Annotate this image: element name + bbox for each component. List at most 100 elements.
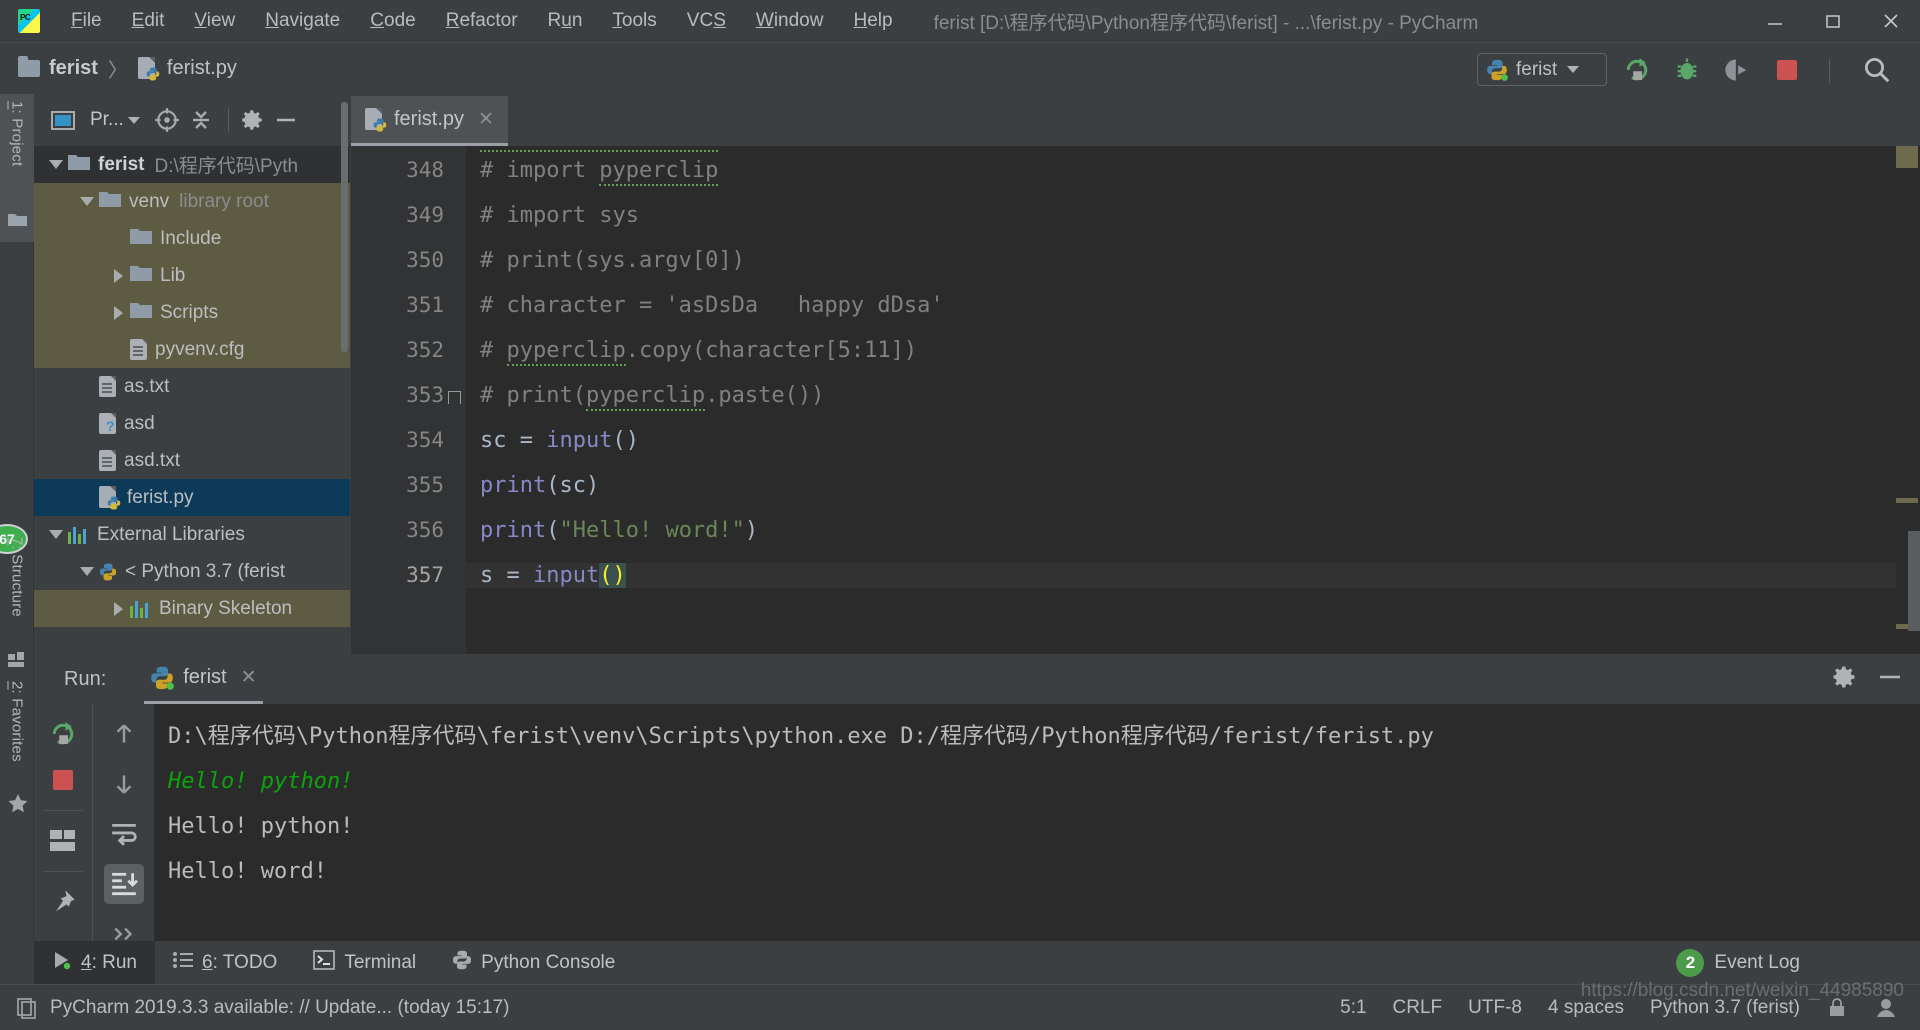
line-separator[interactable]: CRLF xyxy=(1393,997,1443,1019)
tree-node-asd-txt[interactable]: asd.txt xyxy=(34,442,350,479)
notification-icon[interactable] xyxy=(16,997,38,1019)
code-line[interactable]: # import pyperclip xyxy=(480,158,718,183)
tree-expander-right[interactable] xyxy=(106,602,130,616)
settings-gear-icon[interactable] xyxy=(1830,663,1858,696)
code-line[interactable]: sc = input() xyxy=(480,428,639,453)
menu-navigate[interactable]: Navigate xyxy=(250,0,355,42)
error-stripe-marker[interactable] xyxy=(1896,146,1918,168)
locate-icon[interactable] xyxy=(152,105,182,135)
editor-scrollbar[interactable] xyxy=(1908,531,1920,631)
run-tab-ferist[interactable]: ferist ✕ xyxy=(144,654,262,704)
project-panel-title[interactable]: Pr... xyxy=(90,109,124,131)
settings-gear-icon[interactable] xyxy=(237,105,267,135)
python-interpreter[interactable]: Python 3.7 (ferist) xyxy=(1650,997,1800,1019)
status-message[interactable]: PyCharm 2019.3.3 available: // Update...… xyxy=(50,997,509,1019)
menu-view[interactable]: View xyxy=(179,0,250,42)
debug-icon[interactable] xyxy=(1672,55,1702,85)
code-line[interactable]: # pyperclip.copy(character[5:11]) xyxy=(480,338,917,363)
sidebar-tab-favorites[interactable]: 2: Favorites xyxy=(0,674,34,802)
restore-layout-icon[interactable] xyxy=(43,821,83,861)
breadcrumb[interactable]: ferist 〉 ferist.py xyxy=(18,54,237,83)
rerun-icon[interactable] xyxy=(43,714,83,754)
menu-vcs[interactable]: VCS xyxy=(672,0,741,42)
run-configuration-selector[interactable]: ferist xyxy=(1477,53,1607,86)
menu-file[interactable]: File xyxy=(56,0,117,42)
chevron-down-icon[interactable] xyxy=(1567,66,1579,73)
tree-node-asd[interactable]: ?asd xyxy=(34,405,350,442)
close-icon[interactable]: ✕ xyxy=(478,108,494,131)
search-everywhere-icon[interactable] xyxy=(1862,55,1892,85)
editor-gutter[interactable]: 348349350351352353354355356357 xyxy=(351,146,466,654)
menu-refactor[interactable]: Refactor xyxy=(431,0,533,42)
tree-expander-down[interactable] xyxy=(44,160,68,169)
hide-icon[interactable] xyxy=(1876,663,1904,696)
bottom-tool-buttons[interactable]: 4: Run6: TODOTerminalPython Console xyxy=(34,941,633,984)
sidebar-tab-structure[interactable]: 7: Structure xyxy=(0,530,34,656)
code-line[interactable]: print("Hello! word!") xyxy=(480,518,758,543)
tree-node-as-txt[interactable]: as.txt xyxy=(34,368,350,405)
editor-code-area[interactable]: # import pyperclip # import sys # print(sy… xyxy=(466,146,1896,654)
collapse-all-icon[interactable] xyxy=(186,105,216,135)
rerun-icon[interactable] xyxy=(1622,55,1652,85)
tree-node--python-3-7-ferist[interactable]: < Python 3.7 (ferist xyxy=(34,553,350,590)
editor-tab-ferist-py[interactable]: ferist.py ✕ xyxy=(351,96,508,146)
tree-node-pyvenv-cfg[interactable]: pyvenv.cfg xyxy=(34,331,350,368)
tool-window-python-console[interactable]: Python Console xyxy=(434,941,633,984)
project-tree-scrollbar[interactable] xyxy=(341,102,348,352)
tree-expander-right[interactable] xyxy=(106,306,130,320)
hector-inspection-icon[interactable] xyxy=(1874,996,1898,1020)
tool-window-todo[interactable]: 6: TODO xyxy=(155,941,295,984)
menu-window[interactable]: Window xyxy=(741,0,839,42)
tree-expander-right[interactable] xyxy=(106,269,130,283)
code-fold-icon[interactable] xyxy=(448,391,461,404)
tree-expander-down[interactable] xyxy=(75,197,99,206)
breadcrumb-file[interactable]: ferist.py xyxy=(167,57,237,80)
tree-expander-down[interactable] xyxy=(44,530,68,539)
tool-window-terminal[interactable]: Terminal xyxy=(295,941,434,984)
console-output[interactable]: D:\程序代码\Python程序代码\ferist\venv\Scripts\p… xyxy=(154,704,1920,955)
caret-position[interactable]: 5:1 xyxy=(1340,997,1366,1019)
close-button[interactable] xyxy=(1862,0,1920,42)
event-log-button[interactable]: 2 Event Log xyxy=(1676,949,1800,977)
stop-icon[interactable] xyxy=(43,760,83,800)
code-line[interactable]: # import sys xyxy=(480,203,639,228)
prev-occurrence-icon[interactable] xyxy=(104,714,144,754)
menu-bar[interactable]: FileEditViewNavigateCodeRefactorRunTools… xyxy=(56,0,908,42)
menu-run[interactable]: Run xyxy=(533,0,598,42)
menu-code[interactable]: Code xyxy=(355,0,430,42)
lock-icon[interactable] xyxy=(1826,997,1848,1019)
maximize-button[interactable] xyxy=(1804,0,1862,42)
tree-node-lib[interactable]: Lib xyxy=(34,257,350,294)
scroll-to-end-icon[interactable] xyxy=(104,864,144,904)
editor-marker-rail[interactable] xyxy=(1896,146,1920,654)
tree-node-venv[interactable]: venvlibrary root xyxy=(34,183,350,220)
tree-node-binary-skeleton[interactable]: Binary Skeleton xyxy=(34,590,350,627)
soft-wrap-icon[interactable] xyxy=(104,814,144,854)
code-line[interactable]: # character = 'asDsDa happy dDsa' xyxy=(480,293,944,318)
pin-tab-icon[interactable] xyxy=(43,882,83,922)
code-line[interactable]: s = input() xyxy=(466,563,1896,588)
coverage-icon[interactable] xyxy=(1722,55,1752,85)
menu-edit[interactable]: Edit xyxy=(117,0,180,42)
tree-node-ferist-py[interactable]: ferist.py xyxy=(34,479,350,516)
breadcrumb-project[interactable]: ferist xyxy=(49,57,98,80)
chevron-down-icon[interactable] xyxy=(128,117,140,124)
close-icon[interactable]: ✕ xyxy=(241,666,257,689)
tree-node-scripts[interactable]: Scripts xyxy=(34,294,350,331)
hide-icon[interactable] xyxy=(271,105,301,135)
code-line[interactable]: # print(sys.argv[0]) xyxy=(480,248,745,273)
tree-expander-down[interactable] xyxy=(75,567,99,576)
menu-help[interactable]: Help xyxy=(838,0,907,42)
stop-icon[interactable] xyxy=(1772,55,1802,85)
project-tree[interactable]: feristD:\程序代码\Pythvenvlibrary rootInclud… xyxy=(34,146,350,654)
next-occurrence-icon[interactable] xyxy=(104,764,144,804)
code-line[interactable]: # print(pyperclip.paste()) xyxy=(480,383,824,408)
error-stripe-marker[interactable] xyxy=(1896,498,1918,503)
tree-node-ferist[interactable]: feristD:\程序代码\Pyth xyxy=(34,146,350,183)
tree-node-include[interactable]: Include xyxy=(34,220,350,257)
indent-setting[interactable]: 4 spaces xyxy=(1548,997,1624,1019)
file-encoding[interactable]: UTF-8 xyxy=(1468,997,1522,1019)
menu-tools[interactable]: Tools xyxy=(597,0,671,42)
code-line[interactable]: print(sc) xyxy=(480,473,599,498)
tree-node-external-libraries[interactable]: External Libraries xyxy=(34,516,350,553)
